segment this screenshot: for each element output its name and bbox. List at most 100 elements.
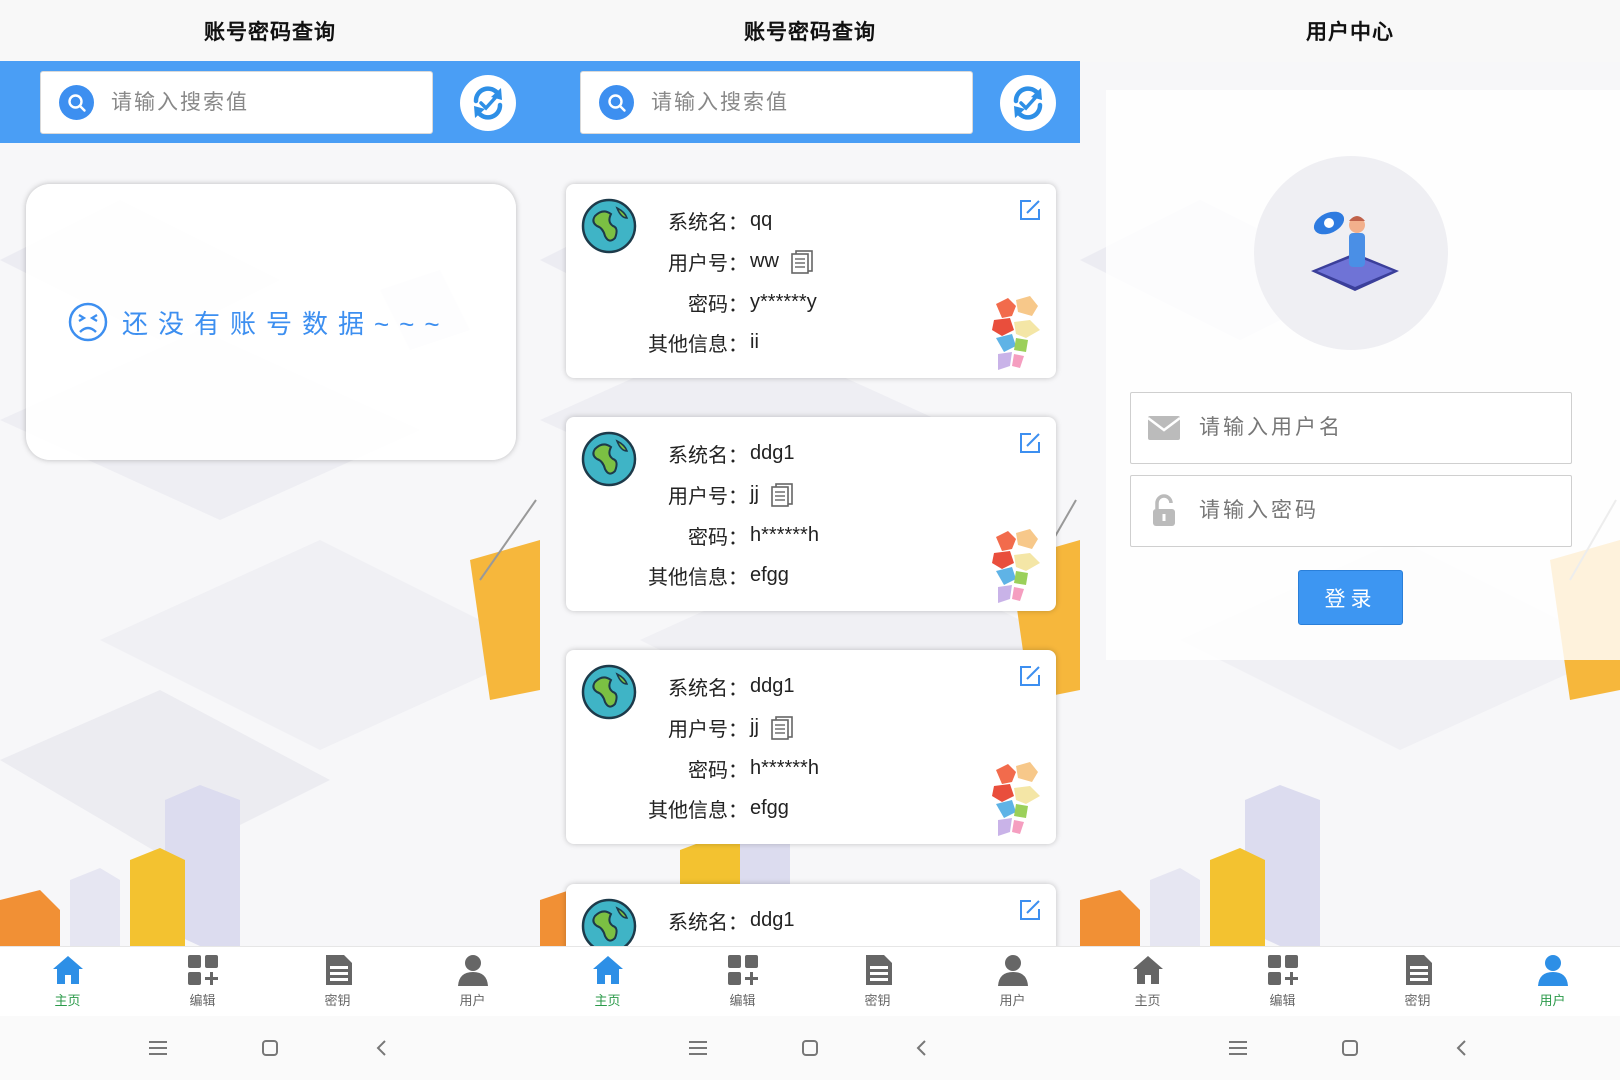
copy-icon[interactable] bbox=[771, 482, 793, 507]
menu-icon bbox=[689, 1041, 707, 1055]
account-card[interactable]: 系统名： ddg1 用户号： jj 密码： h******h 其他信息： efgg bbox=[566, 417, 1056, 611]
account-card[interactable]: 系统名： ddg1 用户号： jj 密码： h******h 其他信息： efgg bbox=[566, 650, 1056, 844]
search-input[interactable] bbox=[651, 90, 931, 115]
account-password-row: 密码： y******y bbox=[646, 288, 817, 317]
tab-keys-label: 密钥 bbox=[1404, 993, 1431, 1008]
account-card[interactable]: 系统名： qq 用户号： ww 密码： y******y 其他信息： ii bbox=[566, 184, 1056, 378]
username-field[interactable] bbox=[1130, 392, 1572, 464]
edit-icon[interactable] bbox=[1018, 664, 1042, 688]
account-password-label: 密码： bbox=[688, 294, 748, 316]
square-icon bbox=[802, 1040, 818, 1056]
tab-home-label: 主页 bbox=[594, 993, 621, 1008]
tab-edit[interactable]: 编辑 bbox=[1215, 947, 1350, 1016]
edit-icon[interactable] bbox=[1018, 198, 1042, 222]
account-system-value: qq bbox=[750, 209, 773, 231]
edit-icon[interactable] bbox=[1018, 898, 1042, 922]
tab-edit-label: 编辑 bbox=[729, 993, 756, 1008]
account-system-label: 系统名： bbox=[668, 678, 748, 700]
menu-button[interactable] bbox=[1182, 1040, 1294, 1056]
account-other-label: 其他信息： bbox=[648, 334, 748, 356]
empty-state-text: 还没有账号数据~~~ bbox=[122, 308, 450, 339]
back-button[interactable] bbox=[1406, 1039, 1518, 1057]
home-nav-button[interactable] bbox=[754, 1039, 866, 1057]
account-user-label: 用户号： bbox=[668, 719, 748, 741]
empty-state-card: 还没有账号数据~~~ bbox=[26, 184, 516, 460]
account-password-label: 密码： bbox=[688, 527, 748, 549]
globe-icon bbox=[581, 198, 637, 254]
account-password-row: 密码： h******h bbox=[646, 521, 819, 550]
tab-keys-label: 密钥 bbox=[324, 993, 351, 1008]
menu-button[interactable] bbox=[102, 1040, 214, 1056]
home-nav-button[interactable] bbox=[1294, 1039, 1406, 1057]
account-password-value: h******h bbox=[750, 757, 819, 779]
copy-icon[interactable] bbox=[791, 249, 813, 274]
tab-keys[interactable]: 密钥 bbox=[270, 947, 405, 1016]
back-button[interactable] bbox=[326, 1039, 438, 1057]
tab-user-label: 用户 bbox=[1539, 993, 1566, 1008]
menu-button[interactable] bbox=[642, 1040, 754, 1056]
account-password-value: y******y bbox=[750, 291, 817, 313]
tab-keys[interactable]: 密钥 bbox=[1350, 947, 1485, 1016]
back-button[interactable] bbox=[866, 1039, 978, 1057]
copy-icon[interactable] bbox=[771, 715, 793, 740]
account-system-row: 系统名： qq bbox=[646, 206, 772, 235]
tab-keys[interactable]: 密钥 bbox=[810, 947, 945, 1016]
tab-user[interactable]: 用户 bbox=[945, 947, 1080, 1016]
globe-icon bbox=[581, 431, 637, 487]
tab-edit[interactable]: 编辑 bbox=[675, 947, 810, 1016]
search-box[interactable] bbox=[40, 71, 433, 134]
tab-bar: 主页 编辑 密钥 用户 bbox=[540, 946, 1080, 1016]
search-input[interactable] bbox=[111, 90, 391, 115]
account-user-label: 用户号： bbox=[668, 486, 748, 508]
person-icon bbox=[1537, 955, 1568, 986]
square-icon bbox=[1342, 1040, 1358, 1056]
page-title: 账号密码查询 bbox=[744, 21, 876, 44]
mail-icon bbox=[1147, 416, 1181, 440]
search-bar bbox=[0, 61, 540, 143]
lock-icon bbox=[1153, 494, 1175, 526]
background-illustration bbox=[0, 200, 540, 946]
home-nav-button[interactable] bbox=[214, 1039, 326, 1057]
account-other-label: 其他信息： bbox=[648, 800, 748, 822]
back-icon bbox=[916, 1040, 926, 1056]
refresh-button[interactable] bbox=[1000, 75, 1056, 131]
account-other-row: 其他信息： ii bbox=[646, 328, 759, 357]
search-icon[interactable] bbox=[599, 85, 634, 120]
back-icon bbox=[1456, 1040, 1466, 1056]
account-system-label: 系统名： bbox=[668, 445, 748, 467]
system-nav-bar bbox=[540, 1016, 1080, 1080]
search-box[interactable] bbox=[580, 71, 973, 134]
document-icon bbox=[325, 955, 352, 985]
account-other-row: 其他信息： efgg bbox=[646, 794, 789, 823]
refresh-button[interactable] bbox=[460, 75, 516, 131]
account-other-value: ii bbox=[750, 331, 759, 353]
edit-icon[interactable] bbox=[1018, 431, 1042, 455]
tab-edit-label: 编辑 bbox=[189, 993, 216, 1008]
account-system-row: 系统名： ddg1 bbox=[646, 906, 795, 935]
password-field[interactable] bbox=[1130, 475, 1572, 547]
menu-icon bbox=[149, 1041, 167, 1055]
home-icon bbox=[52, 956, 83, 984]
screen-home-list: 账号密码查询 系统名：qq用户号：ww密码：y******y其他信息： bbox=[540, 0, 1080, 1080]
account-system-label: 系统名： bbox=[668, 912, 748, 934]
tab-edit[interactable]: 编辑 bbox=[135, 947, 270, 1016]
tab-user-label: 用户 bbox=[459, 993, 486, 1008]
tab-user[interactable]: 用户 bbox=[405, 947, 540, 1016]
user-illustration-icon bbox=[1311, 211, 1399, 291]
tab-home[interactable]: 主页 bbox=[540, 947, 675, 1016]
tab-keys-label: 密钥 bbox=[864, 993, 891, 1008]
tab-bar: 主页 编辑 密钥 用户 bbox=[0, 946, 540, 1016]
title-bar: 账号密码查询 bbox=[0, 0, 540, 62]
username-input[interactable] bbox=[1199, 416, 1539, 440]
tab-user[interactable]: 用户 bbox=[1485, 947, 1620, 1016]
login-button[interactable]: 登录 bbox=[1298, 570, 1403, 625]
tab-home[interactable]: 主页 bbox=[0, 947, 135, 1016]
person-icon bbox=[997, 955, 1028, 986]
tab-home[interactable]: 主页 bbox=[1080, 947, 1215, 1016]
tab-home-label: 主页 bbox=[54, 993, 81, 1008]
system-nav-bar bbox=[0, 1016, 540, 1080]
grid-add-icon bbox=[187, 955, 218, 985]
password-input[interactable] bbox=[1199, 499, 1539, 523]
search-icon[interactable] bbox=[59, 85, 94, 120]
account-system-value: ddg1 bbox=[750, 675, 795, 697]
